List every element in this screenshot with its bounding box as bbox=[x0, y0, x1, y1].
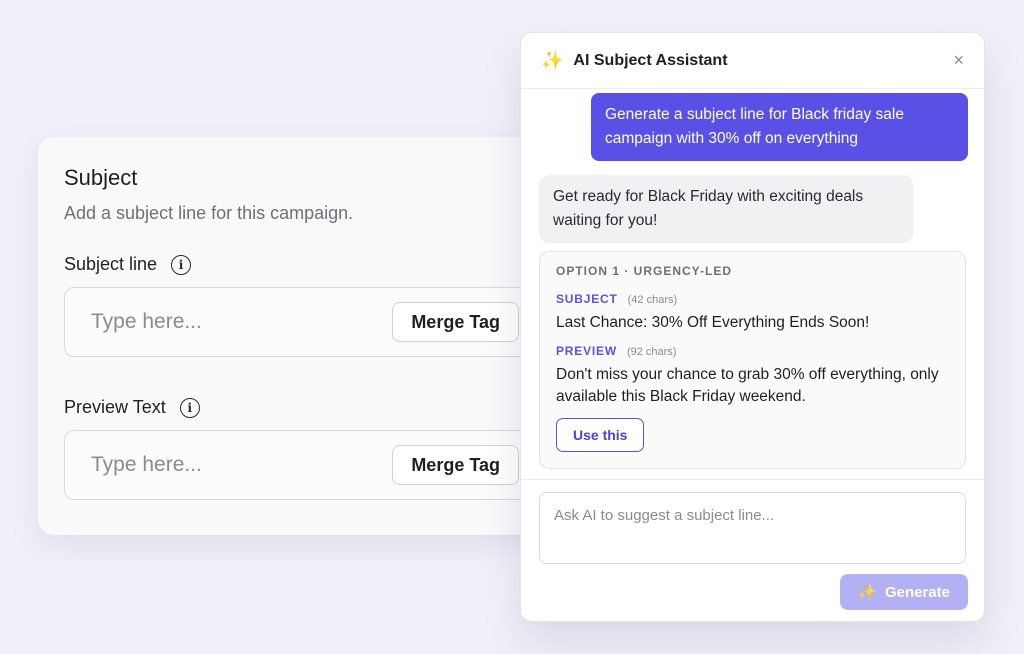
sparkle-icon: ✨ bbox=[541, 50, 564, 70]
preview-merge-tag-button[interactable]: Merge Tag bbox=[392, 445, 519, 485]
option-card: OPTION 1 · URGENCY-LED SUBJECT (42 chars… bbox=[539, 251, 966, 469]
generate-button-label: Generate bbox=[884, 583, 950, 601]
info-icon[interactable]: i bbox=[179, 397, 200, 418]
composer: Ask AI to suggest a subject line... ✨ Ge… bbox=[521, 479, 984, 621]
subject-card: Subject Add a subject line for this camp… bbox=[38, 137, 558, 535]
info-icon[interactable]: i bbox=[171, 254, 192, 275]
preview-text-label-row: Preview Text i bbox=[64, 397, 532, 418]
preview-text-input[interactable]: Type here... Merge Tag bbox=[64, 430, 544, 500]
option-subject-count: (42 chars) bbox=[627, 294, 678, 306]
subject-line-input[interactable]: Type here... Merge Tag bbox=[64, 287, 544, 357]
stage: Subject Add a subject line for this camp… bbox=[0, 0, 1024, 654]
use-this-button[interactable]: Use this bbox=[556, 418, 645, 452]
user-message-bubble: Generate a subject line for Black friday… bbox=[591, 93, 968, 161]
option-preview-text: Don't miss your chance to grab 30% off e… bbox=[556, 366, 939, 405]
option-subject-text: Last Chance: 30% Off Everything Ends Soo… bbox=[556, 314, 870, 331]
ai-message-bubble: Get ready for Black Friday with exciting… bbox=[539, 175, 913, 243]
ai-panel-header: ✨ AI Subject Assistant × bbox=[521, 33, 984, 89]
subject-merge-tag-button[interactable]: Merge Tag bbox=[392, 302, 519, 342]
preview-text-label: Preview Text bbox=[64, 397, 166, 417]
sparkle-icon: ✨ bbox=[858, 584, 877, 601]
subject-line-label: Subject line bbox=[64, 254, 158, 274]
chat-body[interactable]: Generate a subject line for Black friday… bbox=[521, 89, 984, 479]
option-preview-count: (92 chars) bbox=[626, 346, 677, 358]
subject-description: Add a subject line for this campaign. bbox=[64, 203, 354, 223]
subject-line-placeholder: Type here... bbox=[91, 310, 202, 333]
subject-title: Subject bbox=[64, 165, 138, 190]
option-preview-label: PREVIEW bbox=[556, 344, 617, 358]
subject-label-row: SUBJECT (42 chars) bbox=[556, 292, 949, 306]
ask-ai-input[interactable]: Ask AI to suggest a subject line... bbox=[539, 492, 966, 564]
ai-subject-assistant-panel: ✨ AI Subject Assistant × Generate a subj… bbox=[520, 32, 985, 622]
option-subject-label: SUBJECT bbox=[556, 292, 618, 306]
close-icon[interactable]: × bbox=[953, 50, 964, 71]
generate-button[interactable]: ✨ Generate bbox=[840, 574, 968, 610]
ai-panel-title: AI Subject Assistant bbox=[573, 51, 728, 69]
preview-label-row: PREVIEW (92 chars) bbox=[556, 344, 949, 358]
subject-line-label-row: Subject line i bbox=[64, 254, 532, 275]
option-title: OPTION 1 · URGENCY-LED bbox=[556, 264, 733, 278]
preview-text-placeholder: Type here... bbox=[91, 453, 202, 476]
